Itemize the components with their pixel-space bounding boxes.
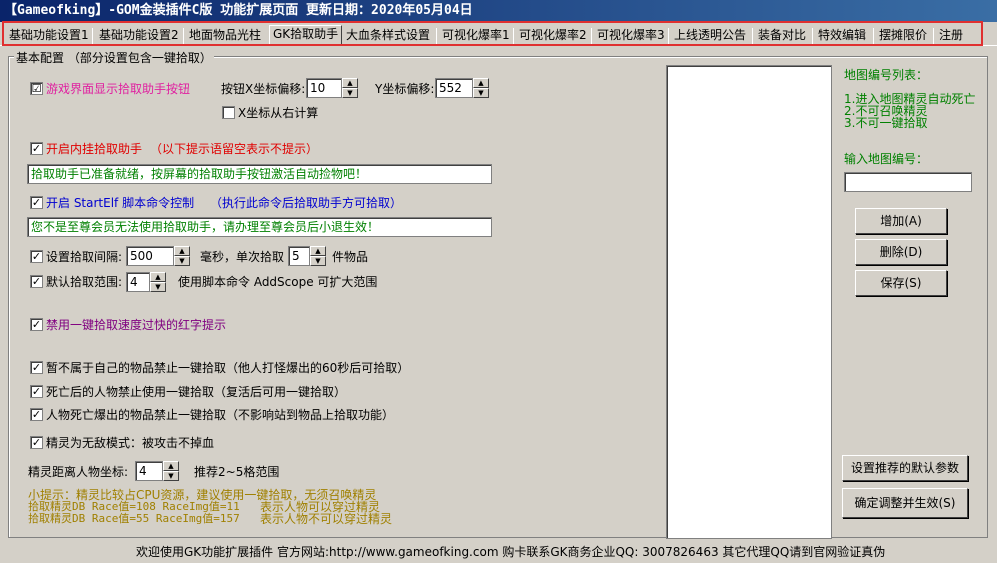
add-button[interactable]: 增加(A) xyxy=(855,208,947,234)
spin-down-icon[interactable]: ▼ xyxy=(310,256,326,266)
x-from-right-label: X坐标从右计算 xyxy=(238,106,319,120)
not-own-checkbox[interactable]: ✓ xyxy=(30,361,43,374)
death-drop-label: 人物死亡爆出的物品禁止一键拾取（不影响站到物品上拾取功能） xyxy=(46,408,395,422)
spin-down-icon[interactable]: ▼ xyxy=(473,88,489,98)
invincible-label: 精灵为无敌模式：被攻击不掉血 xyxy=(46,436,215,450)
hang-pickup-hint: （以下提示语留空表示不提示） xyxy=(150,142,319,156)
map-list-title: 地图编号列表： xyxy=(844,68,929,82)
show-button-label: 游戏界面显示拾取助手按钮 xyxy=(46,82,191,96)
spin-up-icon[interactable]: ▲ xyxy=(174,246,190,256)
delete-button[interactable]: 删除(D) xyxy=(855,239,947,265)
y-offset-spinner[interactable]: 552 ▲ ▼ xyxy=(435,78,489,98)
y-offset-label: Y坐标偏移: xyxy=(375,82,435,96)
interval-checkbox[interactable]: ✓ xyxy=(30,250,43,263)
range-hint: 使用脚本命令 AddScope 可扩大范围 xyxy=(178,275,378,289)
spin-up-icon[interactable]: ▲ xyxy=(310,246,326,256)
script-control-checkbox[interactable]: ✓ xyxy=(30,196,43,209)
group-title: 基本配置 （部分设置包含一键拾取） xyxy=(14,49,214,66)
window-title: 【Gameofking】-GOM金装插件C版 功能扩展页面 更新日期：2020年… xyxy=(0,0,997,22)
script-control-label: 开启 StartElf 脚本命令控制 xyxy=(46,196,195,210)
spin-up-icon[interactable]: ▲ xyxy=(342,78,358,88)
spin-down-icon[interactable]: ▼ xyxy=(342,88,358,98)
x-from-right-checkbox[interactable] xyxy=(222,106,235,119)
recommend-defaults-button[interactable]: 设置推荐的默认参数 xyxy=(842,455,968,481)
range-spinner[interactable]: 4 ▲ ▼ xyxy=(126,272,166,292)
spin-down-icon[interactable]: ▼ xyxy=(174,256,190,266)
not-own-label: 暂不属于自己的物品禁止一键拾取（他人打怪爆出的60秒后可拾取） xyxy=(46,361,410,375)
save-button[interactable]: 保存(S) xyxy=(855,270,947,296)
spin-up-icon[interactable]: ▲ xyxy=(473,78,489,88)
btn-x-offset-value[interactable]: 10 xyxy=(306,78,342,98)
map-input-label: 输入地图编号： xyxy=(844,152,929,166)
interval-unit: 毫秒，单次拾取 xyxy=(200,250,285,264)
tip-line-3-note: 表示人物不可以穿过精灵 xyxy=(260,512,393,526)
map-list-box[interactable] xyxy=(666,65,832,539)
tip-line-3: 拾取精灵DB Race值=55 RaceImg值=157 xyxy=(28,512,240,525)
range-value[interactable]: 4 xyxy=(126,272,150,292)
map-number-input[interactable] xyxy=(844,172,972,192)
interval-spinner[interactable]: 500 ▲ ▼ xyxy=(126,246,190,266)
death-drop-checkbox[interactable]: ✓ xyxy=(30,408,43,421)
dead-label: 死亡后的人物禁止使用一键拾取（复活后可用一键拾取） xyxy=(46,385,347,399)
script-control-hint: （执行此命令后拾取助手方可拾取） xyxy=(210,196,403,210)
y-offset-value[interactable]: 552 xyxy=(435,78,473,98)
count-unit: 件物品 xyxy=(332,250,369,264)
spin-up-icon[interactable]: ▲ xyxy=(163,461,179,471)
invincible-checkbox[interactable]: ✓ xyxy=(30,436,43,449)
apply-button[interactable]: 确定调整并生效(S) xyxy=(842,488,968,518)
hang-pickup-checkbox[interactable]: ✓ xyxy=(30,142,43,155)
distance-value[interactable]: 4 xyxy=(135,461,163,481)
tab-highlight-frame xyxy=(2,21,983,46)
distance-hint: 推荐2~5格范围 xyxy=(194,465,280,479)
hang-pickup-label: 开启内挂拾取助手 xyxy=(46,142,143,156)
spin-down-icon[interactable]: ▼ xyxy=(163,471,179,481)
status-text: 欢迎使用GK功能扩展插件 官方网站:http://www.gameofking.… xyxy=(136,545,886,559)
interval-value[interactable]: 500 xyxy=(126,246,174,266)
spin-up-icon[interactable]: ▲ xyxy=(150,272,166,282)
map-note-3: 3.不可一键拾取 xyxy=(844,116,928,130)
btn-x-offset-spinner[interactable]: 10 ▲ ▼ xyxy=(306,78,358,98)
script-control-message-input[interactable]: 您不是至尊会员无法使用拾取助手，请办理至尊会员后小退生效！ xyxy=(27,217,492,237)
show-button-checkbox[interactable]: ☑ xyxy=(30,82,43,95)
dead-checkbox[interactable]: ✓ xyxy=(30,385,43,398)
status-bar: 欢迎使用GK功能扩展插件 官方网站:http://www.gameofking.… xyxy=(0,542,997,563)
spin-down-icon[interactable]: ▼ xyxy=(150,282,166,292)
disable-tip-label: 禁用一键拾取速度过快的红字提示 xyxy=(46,318,227,332)
count-spinner[interactable]: 5 ▲ ▼ xyxy=(288,246,326,266)
distance-label: 精灵距离人物坐标: xyxy=(28,465,129,479)
btn-x-offset-label: 按钮X坐标偏移: xyxy=(221,82,306,96)
distance-spinner[interactable]: 4 ▲ ▼ xyxy=(135,461,179,481)
hang-pickup-message-input[interactable]: 拾取助手已准备就绪，按屏幕的拾取助手按钮激活自动捡物吧！ xyxy=(27,164,492,184)
range-label: 默认拾取范围: xyxy=(46,275,123,289)
range-checkbox[interactable]: ✓ xyxy=(30,275,43,288)
disable-tip-checkbox[interactable]: ✓ xyxy=(30,318,43,331)
count-value[interactable]: 5 xyxy=(288,246,310,266)
interval-label: 设置拾取间隔: xyxy=(46,250,123,264)
